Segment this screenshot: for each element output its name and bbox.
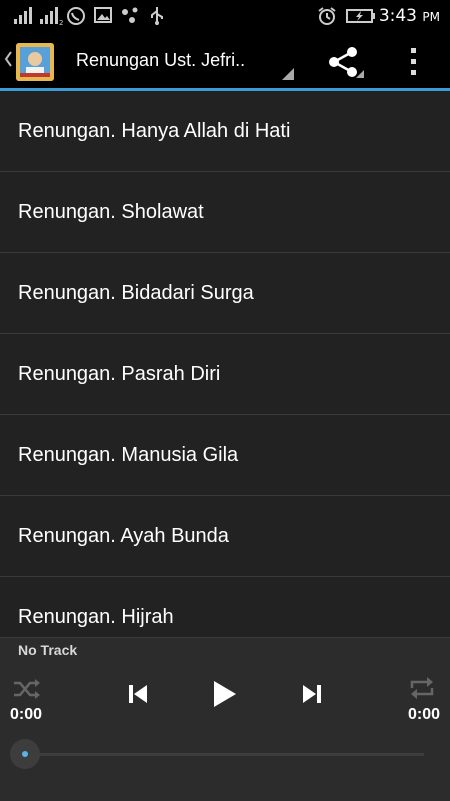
- previous-button[interactable]: [126, 682, 150, 706]
- list-item-label: Renungan. Hijrah: [18, 605, 174, 628]
- overflow-menu-button[interactable]: [402, 44, 426, 80]
- back-chevron-icon[interactable]: [3, 49, 13, 69]
- alarm-icon: [318, 7, 336, 25]
- app-logo-icon: [16, 43, 54, 81]
- list-item[interactable]: Renungan. Manusia Gila: [0, 415, 450, 496]
- battery-icon: [346, 9, 375, 23]
- list-item-label: Renungan. Hanya Allah di Hati: [18, 119, 291, 142]
- list-item[interactable]: Renungan. Hanya Allah di Hati: [0, 91, 450, 172]
- app-logo[interactable]: [16, 43, 54, 81]
- next-button[interactable]: [300, 682, 324, 706]
- list-item[interactable]: Renungan. Bidadari Surga: [0, 253, 450, 334]
- track-list: Renungan. Hanya Allah di Hati Renungan. …: [0, 91, 450, 637]
- overflow-menu-icon: [411, 48, 416, 75]
- status-time-value: 3:43: [378, 6, 417, 26]
- svg-text:2: 2: [59, 19, 63, 26]
- elapsed-time: 0:00: [10, 706, 43, 723]
- track-name: No Track: [18, 642, 78, 658]
- action-bar: Renungan Ust. Jefri..: [0, 32, 450, 91]
- list-item-label: Renungan. Sholawat: [18, 200, 204, 223]
- seek-bar[interactable]: [26, 753, 424, 756]
- duration-time: 0:00: [407, 706, 440, 723]
- spinner-triangle-icon: [282, 68, 294, 80]
- share-button[interactable]: [326, 44, 366, 80]
- signal-2-icon: 2: [40, 7, 63, 26]
- status-time: 3:43 PM: [379, 6, 440, 26]
- seek-thumb[interactable]: [10, 739, 40, 769]
- list-item[interactable]: Renungan. Hijrah: [0, 577, 450, 637]
- repeat-icon[interactable]: [408, 676, 436, 700]
- list-item[interactable]: Renungan. Pasrah Diri: [0, 334, 450, 415]
- list-item-label: Renungan. Bidadari Surga: [18, 281, 254, 304]
- shuffle-icon[interactable]: [12, 678, 42, 700]
- list-item-label: Renungan. Pasrah Diri: [18, 362, 221, 385]
- play-button[interactable]: [211, 678, 239, 710]
- whatsapp-icon: [67, 7, 85, 25]
- image-icon: [94, 7, 112, 23]
- signal-icon: [14, 7, 32, 24]
- dots-icon: [122, 7, 138, 23]
- usb-icon: [151, 7, 163, 25]
- status-bar: 2 3:43 PM: [0, 0, 450, 32]
- list-item-label: Renungan. Manusia Gila: [18, 443, 239, 466]
- status-ampm: PM: [422, 10, 440, 24]
- app-title[interactable]: Renungan Ust. Jefri..: [76, 50, 245, 71]
- player-panel: No Track 0:00 0:00: [0, 637, 450, 801]
- share-icon: [329, 47, 364, 78]
- list-item[interactable]: Renungan. Ayah Bunda: [0, 496, 450, 577]
- list-item-label: Renungan. Ayah Bunda: [18, 524, 229, 547]
- list-item[interactable]: Renungan. Sholawat: [0, 172, 450, 253]
